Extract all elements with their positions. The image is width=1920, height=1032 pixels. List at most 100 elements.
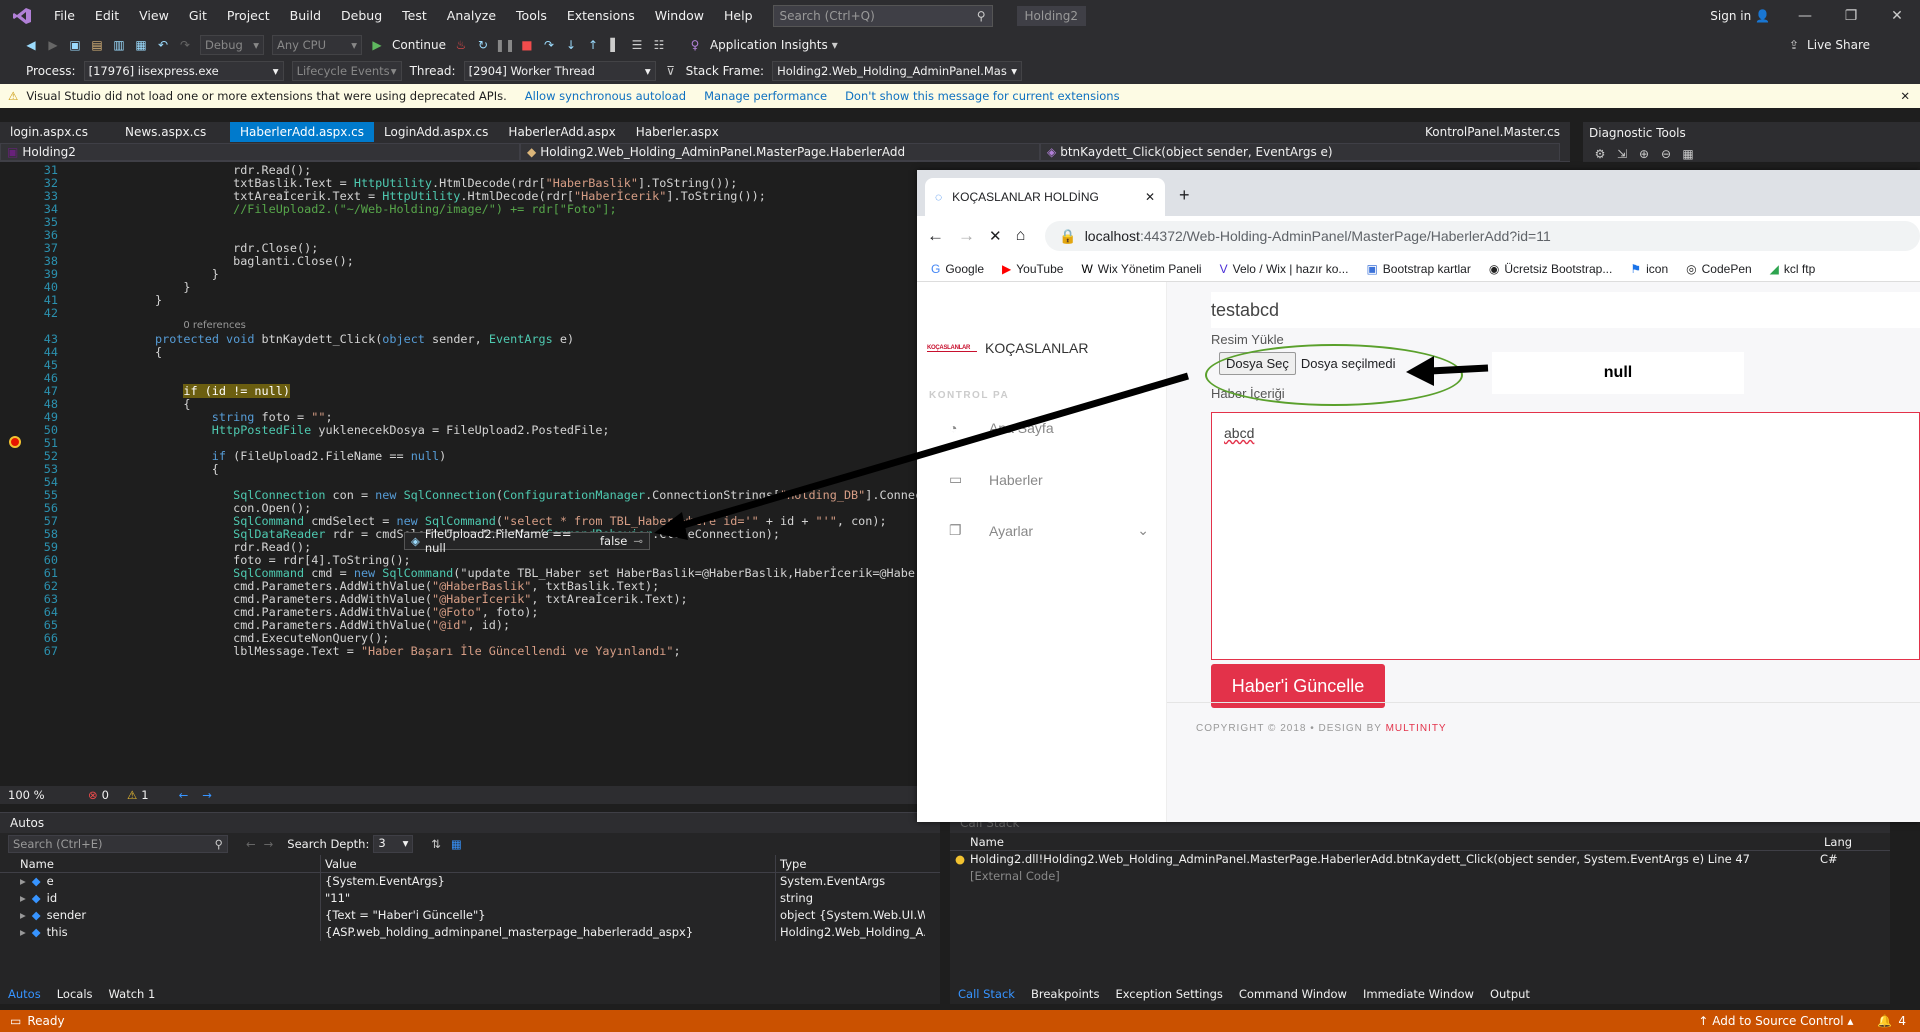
autos-row-e[interactable]: ▸ ◆ e {System.EventArgs} System.EventArgs [0, 873, 940, 890]
platform-combo[interactable]: Any CPU ▾ [272, 35, 362, 55]
tab-locals[interactable]: Locals [49, 987, 101, 1001]
table-icon[interactable]: ▦ [1677, 144, 1699, 164]
close-icon[interactable]: ✕ [1900, 89, 1910, 103]
open-folder-icon[interactable]: ▤ [86, 35, 108, 55]
warning-icon[interactable]: ⚠ [127, 788, 137, 802]
bookmark-item[interactable]: ◎ CodePen [1686, 262, 1752, 276]
breakpoint-current-line-icon[interactable] [9, 436, 21, 448]
save-all-icon[interactable]: ▦ [130, 35, 152, 55]
tab-haberleradd-aspx[interactable]: HaberlerAdd.aspx [498, 122, 625, 142]
dont-show-link[interactable]: Don't show this message for current exte… [845, 89, 1120, 103]
redo-icon[interactable]: ↷ [174, 35, 196, 55]
zoom-level[interactable]: 100 % [8, 788, 88, 802]
variable-value[interactable]: "11" [320, 890, 775, 907]
back-arrow-icon[interactable]: ← [927, 226, 944, 246]
new-project-icon[interactable]: ▣ [64, 35, 86, 55]
process-combo[interactable]: [17976] iisexpress.exe ▾ [83, 61, 284, 81]
restart-icon[interactable]: ↻ [472, 35, 494, 55]
expand-icon[interactable]: ▸ [20, 891, 26, 905]
thread-combo[interactable]: [2904] Worker Thread ▾ [463, 61, 656, 81]
tab-haberleradd-aspx-cs[interactable]: HaberlerAdd.aspx.cs [230, 122, 374, 142]
search-depth-combo[interactable]: 3 ▾ [373, 835, 414, 853]
expand-icon[interactable]: ▸ [20, 908, 26, 922]
error-icon[interactable]: ⊗ [88, 788, 98, 802]
stop-icon[interactable]: ■ [516, 35, 538, 55]
menu-window[interactable]: Window [645, 0, 714, 32]
menu-test[interactable]: Test [392, 0, 437, 32]
allow-autoload-link[interactable]: Allow synchronous autoload [525, 89, 686, 103]
save-icon[interactable]: ▥ [108, 35, 130, 55]
back-nav-icon[interactable]: ◀ [20, 35, 42, 55]
address-bar[interactable]: 🔒 localhost:44372/Web-Holding-AdminPanel… [1045, 221, 1920, 251]
zoom-out-icon[interactable]: ⊖ [1655, 144, 1677, 164]
stack-frame-combo[interactable]: Holding2.Web_Holding_AdminPanel.Mas ▾ [772, 61, 1023, 81]
tab-call-stack[interactable]: Call Stack [950, 987, 1023, 1001]
sidebar-item-ana-sayfa[interactable]: ◔ Ana Sayfa [949, 420, 1054, 436]
manage-performance-link[interactable]: Manage performance [704, 89, 827, 103]
expand-icon[interactable]: ▸ [20, 925, 26, 939]
column-name-header[interactable]: Name [0, 855, 320, 872]
bookmark-item[interactable]: ◉ Ücretsiz Bootstrap... [1489, 262, 1613, 276]
notifications-icon[interactable]: 🔔 [1877, 1014, 1892, 1028]
lifecycle-events-combo[interactable]: Lifecycle Events ▾ [291, 61, 402, 81]
sidebar-item-haberler[interactable]: ▭ Haberler [949, 471, 1043, 488]
content-textarea[interactable]: abcd [1211, 412, 1920, 660]
title-input[interactable]: testabcd [1211, 292, 1920, 328]
method-combo[interactable]: ◈ btnKaydett_Click(object sender, EventAr… [1040, 142, 1560, 161]
tab-output[interactable]: Output [1482, 987, 1538, 1001]
tab-command-window[interactable]: Command Window [1231, 987, 1355, 1001]
application-insights-button[interactable]: Application Insights [710, 38, 828, 52]
tab-news-aspx-cs[interactable]: News.aspx.cs [115, 122, 230, 142]
bookmark-item[interactable]: W Wix Yönetim Paneli [1081, 262, 1201, 276]
minimize-button[interactable]: — [1782, 8, 1828, 24]
bookmark-item[interactable]: ▶ YouTube [1002, 262, 1063, 276]
step-over-icon[interactable]: ↷ [538, 35, 560, 55]
menu-project[interactable]: Project [217, 0, 280, 32]
column-value-header[interactable]: Value [320, 855, 775, 872]
home-icon[interactable]: ⌂ [1016, 227, 1026, 245]
break-all-icon[interactable]: ❚❚ [494, 35, 516, 55]
autos-row-sender[interactable]: ▸ ◆ sender {Text = "Haber'i Güncelle"} objec… [0, 907, 940, 924]
brand[interactable]: KOÇASLANLAR KOÇASLANLAR [927, 340, 1088, 356]
bulb-icon[interactable]: ♀ [684, 35, 706, 55]
live-share-button[interactable]: ⇪ Live Share [1789, 38, 1874, 52]
menu-tools[interactable]: Tools [506, 0, 557, 32]
forward-icon[interactable]: → [264, 837, 274, 851]
arrow-left-icon[interactable]: ← [179, 788, 189, 802]
restore-button[interactable]: ❐ [1828, 8, 1874, 24]
uncomment-icon[interactable]: ☷ [648, 35, 670, 55]
forward-arrow-icon[interactable]: → [958, 226, 975, 246]
filter-icon[interactable]: ⊽ [660, 61, 682, 81]
column-type-header[interactable]: Type [775, 855, 925, 872]
hex-display-icon[interactable]: ⇅ [431, 837, 441, 851]
menu-view[interactable]: View [129, 0, 179, 32]
menu-git[interactable]: Git [179, 0, 217, 32]
menu-build[interactable]: Build [280, 0, 331, 32]
call-stack-row[interactable]: [External Code] [950, 868, 1890, 885]
variable-value[interactable]: {Text = "Haber'i Güncelle"} [320, 907, 775, 924]
tab-kontrolpanel-master-cs[interactable]: KontrolPanel.Master.cs [1415, 122, 1570, 142]
code-line[interactable]: 67 lblMessage.Text = "Haber Başarı İle Gü… [0, 643, 917, 659]
stop-loading-icon[interactable]: ✕ [989, 227, 1002, 245]
menu-file[interactable]: File [44, 0, 85, 32]
autos-row-this[interactable]: ▸ ◆ this {ASP.web_holding_adminpanel_master… [0, 924, 940, 941]
add-to-source-control[interactable]: ↑ Add to Source Control ▴ [1698, 1014, 1853, 1028]
bookmark-item[interactable]: ⚑ icon [1630, 262, 1668, 276]
continue-button[interactable]: Continue [392, 38, 446, 52]
close-button[interactable]: ✕ [1874, 8, 1920, 24]
autos-search-input[interactable]: Search (Ctrl+E) ⚲ [8, 835, 228, 853]
export-icon[interactable]: ⇲ [1611, 144, 1633, 164]
code-editor[interactable]: 31 rdr.Read(); 32 txtBaslik.Text = HttpUtil… [0, 162, 917, 786]
pin-icon[interactable]: ⊸ [633, 534, 643, 548]
step-out-icon[interactable]: ↑ [582, 35, 604, 55]
variable-value[interactable]: {ASP.web_holding_adminpanel_masterpage_h… [320, 924, 775, 941]
tab-immediate-window[interactable]: Immediate Window [1355, 987, 1482, 1001]
forward-nav-icon[interactable]: ▶ [42, 35, 64, 55]
arrow-right-icon[interactable]: → [202, 788, 212, 802]
data-tip[interactable]: ◈ FileUpload2.FileName == null false ⊸ [404, 527, 650, 555]
new-tab-icon[interactable]: + [1179, 185, 1190, 206]
tab-login-aspx-cs[interactable]: login.aspx.cs [0, 122, 115, 142]
view-options-icon[interactable]: ▦ [451, 837, 462, 851]
settings-icon[interactable]: ⚙ [1589, 144, 1611, 164]
footer-brand-link[interactable]: MULTINITY [1386, 723, 1447, 734]
